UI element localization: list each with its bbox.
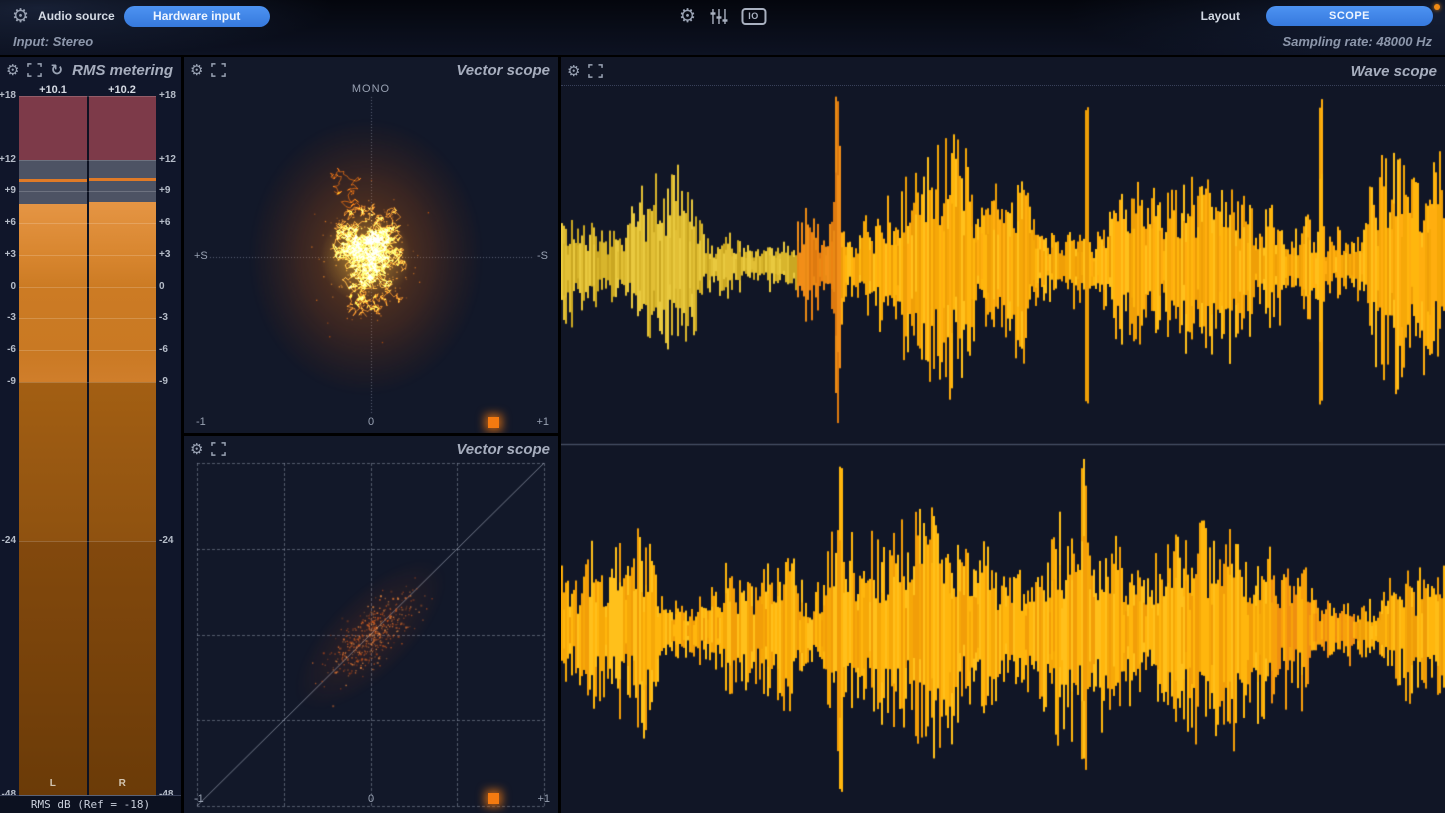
- vector-scope-polar-panel: ⚙ Vector scope MONO +S -S -1 0 +1: [184, 57, 558, 433]
- rms-meter-R: R: [87, 96, 157, 795]
- rms-scale-label: +3: [5, 249, 16, 260]
- vs2-clip-indicator[interactable]: [488, 793, 499, 804]
- vs2-fullscreen-icon[interactable]: [211, 442, 226, 456]
- vectorscope-xy-canvas: [184, 436, 558, 813]
- rms-panel-title: RMS metering: [72, 62, 173, 79]
- wave-channel-right: [561, 446, 1445, 813]
- rms-scale-label: 0: [10, 281, 16, 292]
- rms-footer-label: RMS dB (Ref = -18): [0, 795, 181, 813]
- rms-headroom-zone: [89, 160, 157, 202]
- mixer-sliders-icon[interactable]: [709, 8, 728, 25]
- top-bar-row-1: ⚙ Audio source Hardware input ⚙ IO Layou…: [0, 0, 1445, 32]
- scope-layout-button[interactable]: SCOPE: [1266, 6, 1433, 26]
- rms-scale-left: +18+12+9+6+30-3-6-9-24-48: [0, 96, 18, 795]
- workspace: ⚙ ↻ RMS metering +10.1 +10.2 +18 +12 +9 +6 +…: [0, 55, 1445, 813]
- rms-over-zone: [89, 96, 157, 160]
- rms-scale-label: +6: [159, 217, 170, 228]
- settings-gear-icon[interactable]: ⚙: [679, 7, 696, 26]
- rms-scale-label: +9: [5, 185, 16, 196]
- vector-scope-column: ⚙ Vector scope MONO +S -S -1 0 +1 ⚙ Vect…: [184, 57, 558, 813]
- vs2-panel-title: Vector scope: [456, 441, 550, 458]
- wave-right-canvas: [561, 446, 1445, 813]
- rms-scale-label: 0: [159, 281, 165, 292]
- rms-channel-name: L: [19, 778, 87, 789]
- vectorscope-polar-canvas: [184, 57, 558, 433]
- audio-source-group: ⚙ Audio source Hardware input: [0, 6, 270, 27]
- sampling-rate-label: Sampling rate: 48000 Hz: [1282, 34, 1432, 49]
- rms-meter-L: L: [19, 96, 87, 795]
- top-bar-row-2: Input: Stereo Sampling rate: 48000 Hz: [0, 32, 1445, 49]
- status-dot: [1434, 4, 1440, 10]
- vs1-clip-indicator[interactable]: [488, 417, 499, 428]
- audio-source-gear-icon[interactable]: ⚙: [12, 7, 29, 26]
- rms-scale-right: +18+12+9+6+30-3-6-9-24-48: [157, 96, 181, 795]
- rms-meters: LR: [19, 96, 156, 795]
- rms-scale-label: -24: [2, 535, 16, 546]
- vs1-axis-zero: 0: [184, 416, 558, 428]
- rms-value-right: +10.2: [88, 84, 156, 96]
- rms-scale-label: +12: [159, 154, 176, 165]
- vs1-panel-title: Vector scope: [456, 62, 550, 79]
- rms-scale-label: +18: [159, 90, 176, 101]
- audio-source-label: Audio source: [38, 9, 115, 23]
- rms-reset-icon[interactable]: ↻: [50, 63, 63, 78]
- rms-value-left: +10.1: [19, 84, 87, 96]
- rms-scale-label: +6: [5, 217, 16, 228]
- rms-scale-label: +3: [159, 249, 170, 260]
- vs1-settings-gear-icon[interactable]: ⚙: [190, 63, 203, 78]
- rms-scale-label: -24: [159, 535, 173, 546]
- rms-settings-gear-icon[interactable]: ⚙: [6, 63, 19, 78]
- wave-settings-gear-icon[interactable]: ⚙: [567, 64, 580, 79]
- rms-scale-label: +18: [0, 90, 16, 101]
- vs1-fullscreen-icon[interactable]: [211, 63, 226, 77]
- rms-value-marker: [89, 178, 157, 181]
- rms-scale-label: -9: [7, 376, 16, 387]
- rms-headroom-zone: [19, 160, 87, 204]
- rms-channel-name: R: [89, 778, 157, 789]
- rms-fill-zone: [89, 202, 157, 795]
- vs1-panel-header: ⚙ Vector scope: [184, 57, 558, 83]
- rms-meter-area: +18+12+9+6+30-3-6-9-24-48 LR +18+12+9+6+…: [0, 96, 181, 795]
- vs2-axis-zero: 0: [184, 793, 558, 805]
- global-toolbar: ⚙ IO: [679, 0, 766, 32]
- rms-panel-header: ⚙ ↻ RMS metering: [0, 57, 181, 83]
- wave-left-canvas: [561, 86, 1445, 443]
- vs2-settings-gear-icon[interactable]: ⚙: [190, 442, 203, 457]
- vs1-axis-max: +1: [536, 416, 549, 428]
- rms-scale-label: -6: [7, 344, 16, 355]
- rms-scale-label: +12: [0, 154, 16, 165]
- wave-panel-title: Wave scope: [1351, 63, 1437, 80]
- rms-scale-label: -9: [159, 376, 168, 387]
- input-mode-label: Input: Stereo: [13, 34, 93, 49]
- wave-channel-left: [561, 86, 1445, 443]
- rms-over-zone: [19, 96, 87, 160]
- wave-panel-header: ⚙ Wave scope: [561, 57, 1445, 86]
- vs2-axis-max: +1: [537, 793, 550, 805]
- vs1-mono-label: MONO: [184, 83, 558, 95]
- vector-scope-xy-panel: ⚙ Vector scope -1 0 +1: [184, 436, 558, 813]
- rms-scale-label: +9: [159, 185, 170, 196]
- io-icon[interactable]: IO: [741, 8, 766, 25]
- rms-metering-panel: ⚙ ↻ RMS metering +10.1 +10.2 +18 +12 +9 +6 +…: [0, 57, 181, 813]
- rms-fill-zone: [19, 204, 87, 795]
- wave-fullscreen-icon[interactable]: [588, 64, 603, 78]
- rms-fullscreen-icon[interactable]: [27, 63, 42, 77]
- layout-group: Layout SCOPE: [1201, 6, 1445, 26]
- rms-scale-label: -3: [159, 312, 168, 323]
- wave-scope-panel: ⚙ Wave scope: [561, 57, 1445, 813]
- top-bar: ⚙ Audio source Hardware input ⚙ IO Layou…: [0, 0, 1445, 55]
- vs1-minus-s-label: -S: [537, 250, 548, 262]
- rms-scale-label: -6: [159, 344, 168, 355]
- rms-value-marker: [19, 179, 87, 182]
- vs2-panel-header: ⚙ Vector scope: [184, 436, 558, 462]
- vs1-plus-s-label: +S: [194, 250, 208, 262]
- rms-scale-label: -3: [7, 312, 16, 323]
- layout-label: Layout: [1201, 9, 1240, 23]
- hardware-input-button[interactable]: Hardware input: [124, 6, 270, 27]
